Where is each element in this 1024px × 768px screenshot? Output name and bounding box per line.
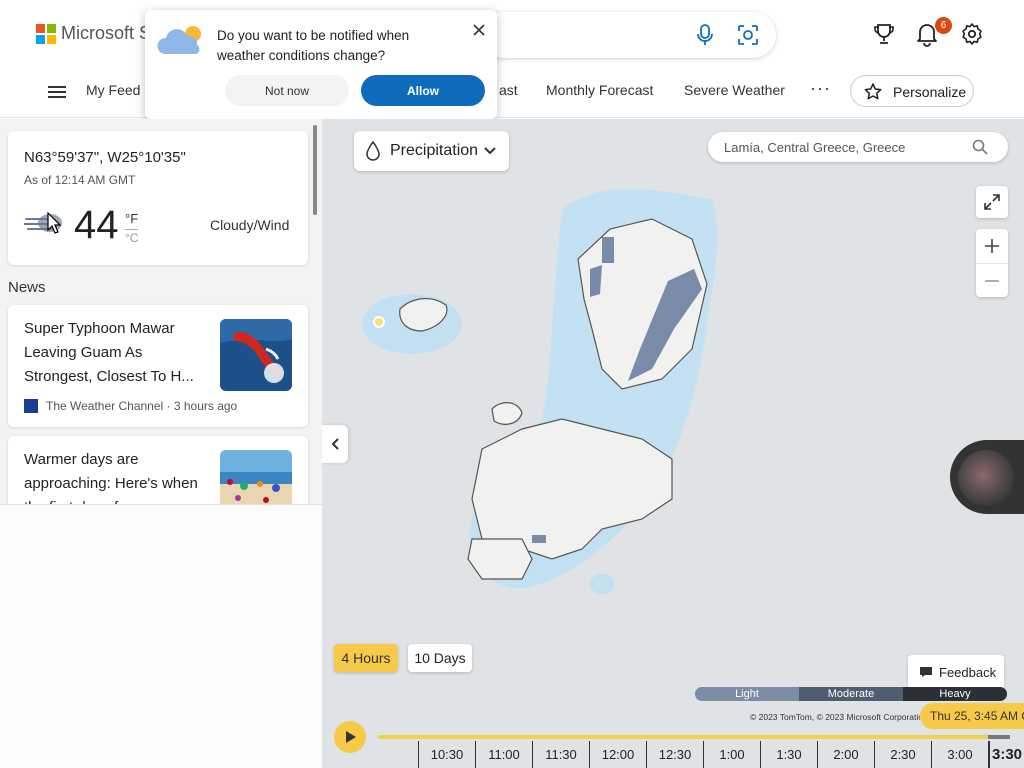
play-icon (346, 731, 356, 743)
precipitation-legend: Light Moderate Heavy (695, 687, 1007, 701)
nav-severe-weather[interactable]: Severe Weather (684, 82, 785, 98)
location-coordinates: N63°59'37", W25°10'35" (24, 149, 186, 166)
search-icon[interactable] (972, 139, 988, 155)
close-icon[interactable] (472, 23, 486, 37)
layer-label: Precipitation (390, 142, 479, 159)
news-title[interactable]: Super Typhoon Mawar Leaving Guam As Stro… (24, 317, 208, 389)
timeline-tick[interactable]: 12:30 (646, 741, 703, 768)
timeline-ticks: 10:30 11:00 11:30 12:00 12:30 1:00 1:30 … (418, 741, 1024, 768)
collapse-panel-button[interactable] (322, 425, 348, 463)
news-card[interactable]: Super Typhoon Mawar Leaving Guam As Stro… (8, 305, 308, 427)
nav-monthly-forecast[interactable]: Monthly Forecast (546, 82, 653, 98)
feedback-icon (920, 667, 932, 677)
notification-message: Do you want to be notified when weather … (217, 28, 410, 63)
microsoft-logo[interactable] (36, 24, 56, 44)
weather-channel-logo (24, 399, 38, 413)
search-box[interactable] (480, 12, 776, 58)
plus-icon (985, 239, 999, 253)
minus-icon (985, 280, 999, 282)
brand-name[interactable]: Microsoft Start (61, 23, 146, 44)
news-heading: News (8, 279, 46, 296)
gear-icon[interactable] (960, 22, 984, 46)
nav-forecast[interactable]: ast (499, 82, 518, 98)
news-source: The Weather Channel · 3 hours ago (24, 399, 237, 413)
assistant-icon (958, 450, 1014, 506)
wind-cloud-icon (24, 214, 62, 232)
unit-fahrenheit[interactable]: °F (125, 211, 138, 226)
mouse-cursor-icon (47, 212, 61, 234)
timeline-track[interactable] (378, 735, 994, 739)
timeline-tick[interactable]: 11:30 (532, 741, 589, 768)
range-10-days-button[interactable]: 10 Days (408, 644, 472, 672)
timeline-tick[interactable]: 11:00 (475, 741, 532, 768)
chevron-left-icon (331, 438, 339, 450)
mic-icon[interactable] (695, 24, 715, 46)
news-thumbnail[interactable] (220, 319, 292, 391)
temperature: 44 (74, 203, 119, 247)
timeline: 10:30 11:00 11:30 12:00 12:30 1:00 1:30 … (322, 719, 1024, 768)
timeline-tick[interactable]: 2:30 (874, 741, 931, 768)
layer-dropdown[interactable]: Precipitation (354, 131, 509, 171)
allow-button[interactable]: Allow (361, 75, 485, 106)
not-now-button[interactable]: Not now (225, 75, 349, 106)
legend-moderate: Moderate (799, 687, 903, 701)
zoom-controls (976, 229, 1008, 297)
trophy-icon[interactable] (872, 22, 896, 46)
floating-assistant-button[interactable] (950, 440, 1024, 514)
notification-badge: 6 (935, 17, 952, 34)
map-search-value: Lamía, Central Greece, Greece (724, 140, 906, 155)
current-weather-card[interactable]: N63°59'37", W25°10'35" As of 12:14 AM GM… (8, 131, 308, 265)
nav-my-feed[interactable]: My Feed (86, 82, 140, 98)
visual-search-icon[interactable] (737, 24, 759, 46)
map-location-search[interactable]: Lamía, Central Greece, Greece (708, 132, 1008, 162)
timeline-tick[interactable]: 12:00 (589, 741, 646, 768)
panel-fade (0, 504, 322, 768)
timeline-track-end (988, 735, 1010, 739)
personalize-label: Personalize (893, 84, 967, 100)
range-4-hours-button[interactable]: 4 Hours (334, 644, 398, 672)
unit-celsius[interactable]: °C (125, 229, 139, 245)
legend-light: Light (695, 687, 799, 701)
weather-map[interactable]: Precipitation Lamía, Central Greece, Gre… (322, 119, 1024, 768)
feedback-label: Feedback (939, 665, 997, 680)
timeline-tick[interactable]: 10:30 (418, 741, 475, 768)
menu-icon[interactable] (48, 84, 68, 100)
notification-prompt: Do you want to be notified when weather … (145, 10, 497, 119)
timeline-tick[interactable]: 3:00 (931, 741, 988, 768)
cloud-sun-icon (157, 26, 201, 54)
personalize-button[interactable]: Personalize (850, 75, 974, 107)
droplet-icon (366, 141, 380, 161)
timeline-tick[interactable]: 1:30 (760, 741, 817, 768)
star-icon (864, 83, 882, 100)
legend-heavy: Heavy (903, 687, 1007, 701)
feedback-button[interactable]: Feedback (908, 655, 1004, 689)
timeline-tick[interactable]: 2:00 (817, 741, 874, 768)
expand-icon (984, 194, 1000, 210)
more-options-button[interactable]: ··· (810, 78, 831, 99)
timeline-tick[interactable]: 1:00 (703, 741, 760, 768)
play-button[interactable] (334, 721, 366, 753)
zoom-out-button[interactable] (976, 263, 1008, 297)
fullscreen-button[interactable] (976, 186, 1008, 218)
chevron-down-icon (484, 147, 496, 155)
scrollbar[interactable] (313, 125, 317, 215)
zoom-in-button[interactable] (976, 229, 1008, 263)
observation-time: As of 12:14 AM GMT (24, 173, 136, 187)
timeline-tick-current[interactable]: 3:30 (988, 741, 1024, 768)
weather-condition: Cloudy/Wind (210, 217, 290, 233)
